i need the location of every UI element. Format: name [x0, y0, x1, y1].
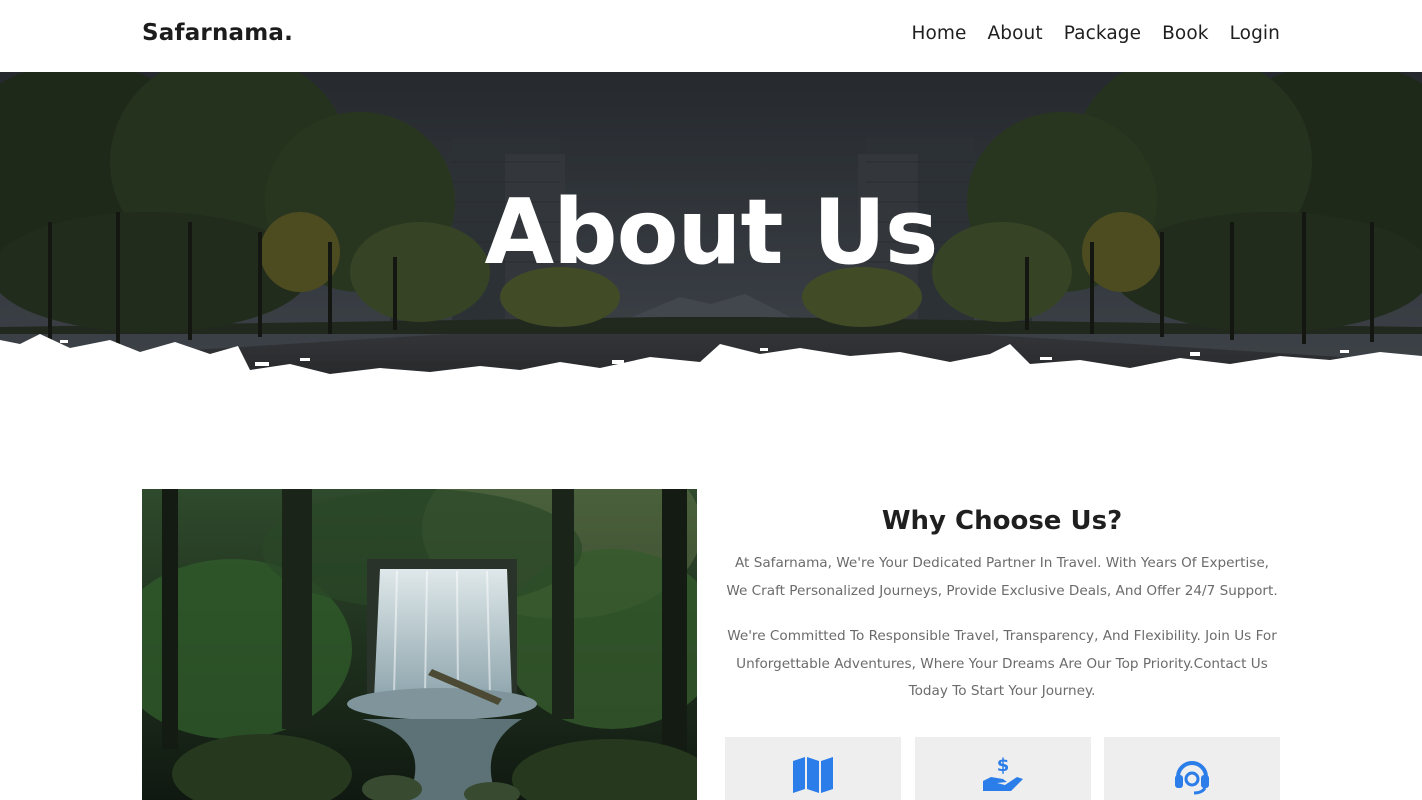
- about-paragraph-2: We're Committed To Responsible Travel, T…: [727, 628, 1277, 699]
- waterfall-illustration: [142, 489, 697, 800]
- site-header: Safarnama. Home About Package Book Login: [0, 0, 1422, 72]
- section-heading: Why Choose Us?: [881, 506, 1123, 536]
- feature-card-support: [1104, 737, 1280, 800]
- nav-about-link[interactable]: About: [988, 23, 1043, 44]
- map-icon: [793, 757, 833, 793]
- feature-card-map: [725, 737, 901, 800]
- waterfall-image: [142, 489, 697, 800]
- nav-home-link[interactable]: Home: [911, 23, 966, 44]
- money-hand-icon: $: [982, 755, 1023, 791]
- hero-title: About Us: [484, 180, 939, 285]
- feature-card-pricing: $: [914, 737, 1091, 800]
- nav-book-link[interactable]: Book: [1162, 23, 1208, 44]
- site-logo[interactable]: Safarnama.: [142, 20, 293, 46]
- feature-cards: $: [725, 737, 1280, 800]
- main-nav: Home About Package Book Login: [911, 23, 1280, 44]
- nav-login-link[interactable]: Login: [1230, 23, 1280, 44]
- about-paragraph-1: At Safarnama, We're Your Dedicated Partn…: [726, 555, 1278, 599]
- hero-banner: About Us: [0, 72, 1422, 402]
- why-choose-us-section: Why Choose Us? At Safarnama, We're Your …: [724, 500, 1280, 706]
- svg-text:$: $: [996, 755, 1009, 776]
- headset-support-icon: [1175, 761, 1209, 795]
- nav-package-link[interactable]: Package: [1064, 23, 1141, 44]
